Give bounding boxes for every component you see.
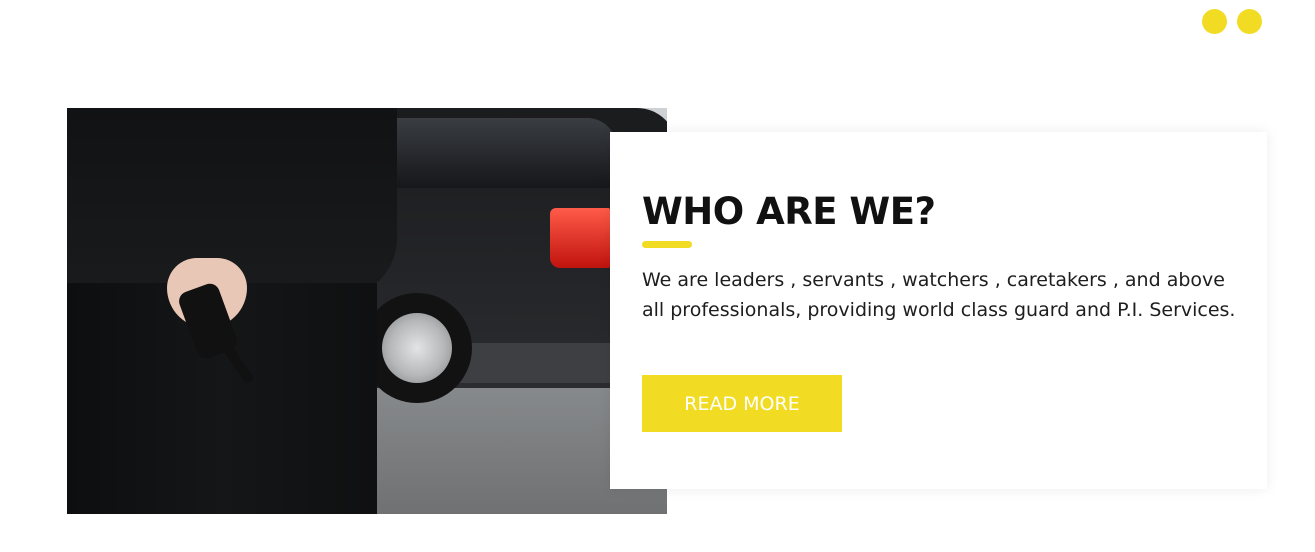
title-accent-line (642, 241, 692, 248)
section-title: WHO ARE WE? (642, 190, 936, 233)
read-more-button[interactable]: READ MORE (642, 375, 842, 432)
carousel-dot-2[interactable] (1237, 9, 1262, 34)
photo-car-window (367, 118, 617, 188)
about-card: WHO ARE WE? We are leaders , servants , … (610, 132, 1267, 489)
photo-car-taillight (550, 208, 610, 268)
security-guard-photo (67, 108, 667, 514)
photo-car-rim (382, 313, 452, 383)
page: WHO ARE WE? We are leaders , servants , … (0, 0, 1315, 552)
carousel-dot-1[interactable] (1202, 9, 1227, 34)
about-description: We are leaders , servants , watchers , c… (642, 269, 1236, 321)
